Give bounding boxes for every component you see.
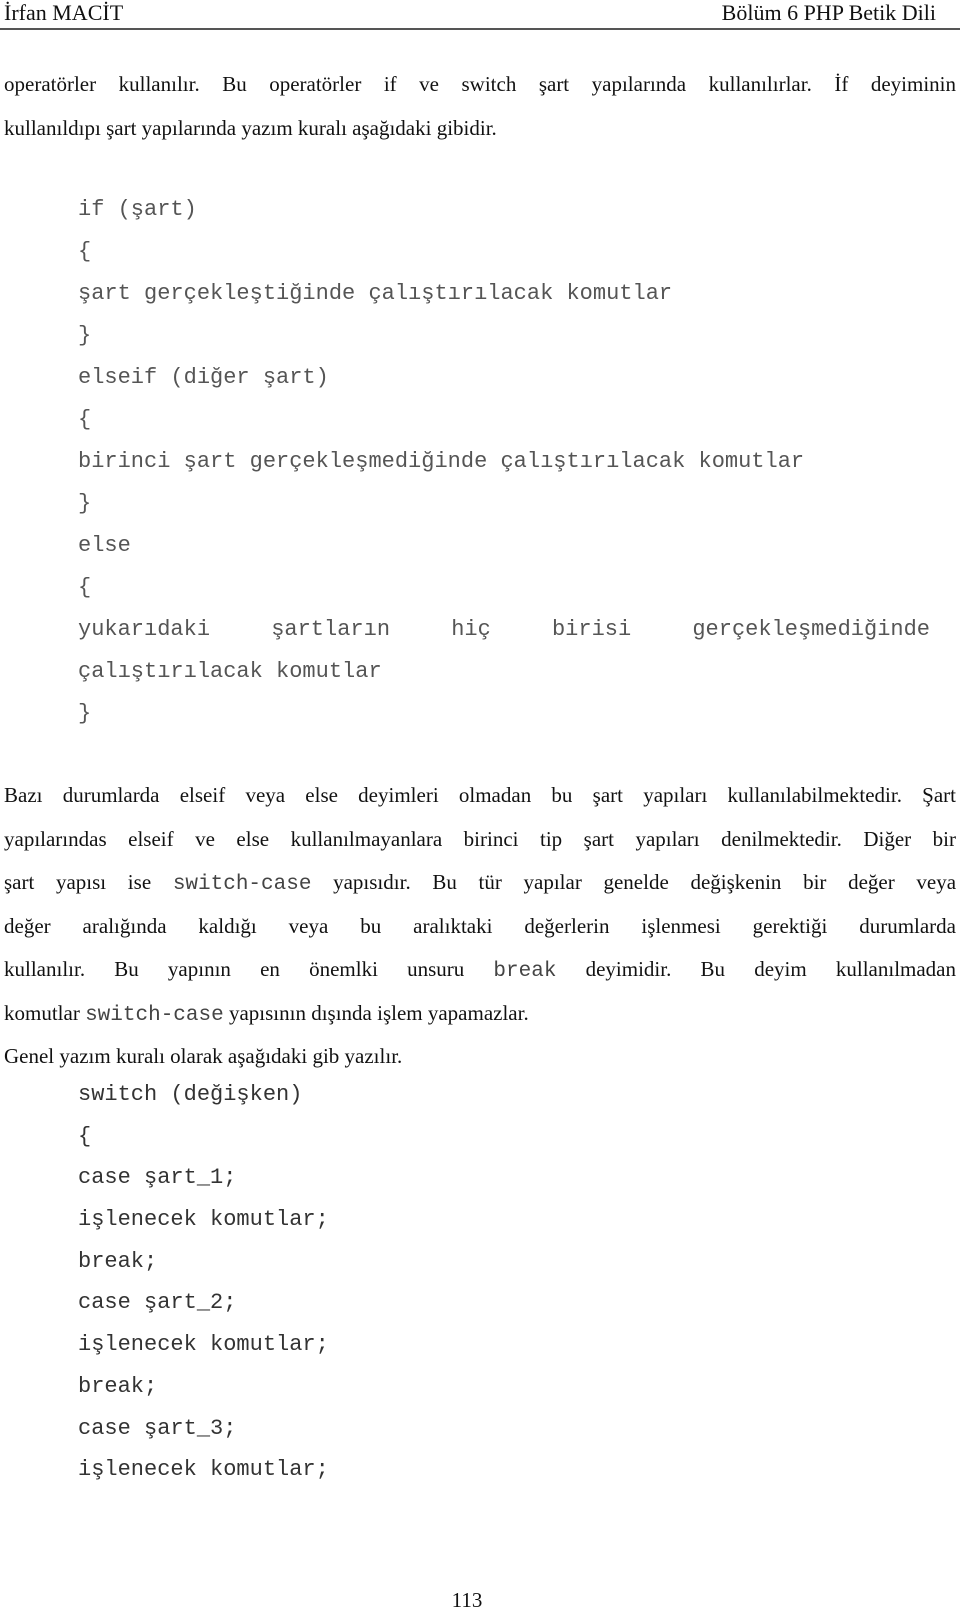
inline-code-switch-case: switch-case — [85, 1003, 224, 1027]
code-line: { — [78, 575, 92, 600]
text-line: komutlar switch-case yapısının dışında i… — [4, 992, 956, 1036]
code-line: { — [78, 1123, 92, 1149]
code-line: yukarıdaki şartların hiç birisi gerçekle… — [78, 617, 930, 642]
code-line: birinci şart gerçekleşmediğinde çalıştır… — [78, 449, 805, 474]
code-line: } — [78, 323, 92, 348]
text-line: Genel yazım kuralı olarak aşağıdaki gib … — [4, 1044, 403, 1068]
code-line: işlenecek komutlar; — [78, 1457, 329, 1483]
code-line: { — [78, 407, 92, 432]
code-line: break; — [78, 1373, 158, 1399]
text-line: kullanılır. Bu yapının en önemlki unsuru… — [4, 948, 956, 992]
header-chapter-title: Bölüm 6 PHP Betik Dili — [721, 0, 936, 25]
code-line: işlenecek komutlar; — [78, 1207, 329, 1233]
text-segment: deyimidir. Bu deyim kullanılmadan — [585, 957, 956, 981]
switch-syntax-code-block: switch (değişken) { case şart_1; işlenec… — [78, 1074, 678, 1491]
code-line: } — [78, 491, 92, 516]
text-line: yapılarındas elseif ve else kullanılmaya… — [4, 826, 956, 851]
text-segment: şart yapısı ise — [4, 870, 152, 894]
code-line: break; — [78, 1248, 158, 1274]
code-line: case şart_2; — [78, 1290, 237, 1316]
if-syntax-code-block: if (şart) { şart gerçekleştiğinde çalışt… — [78, 189, 948, 735]
code-line: { — [78, 239, 92, 264]
code-line: switch (değişken) — [78, 1082, 303, 1107]
code-line: elseif (diğer şart) — [78, 365, 329, 390]
text-segment: kullanılır. Bu yapının en önemlki unsuru — [4, 957, 465, 981]
text-line: şart yapısı ise switch-case yapısıdır. B… — [4, 861, 956, 905]
code-line: case şart_3; — [78, 1415, 237, 1441]
text-segment: komutlar — [4, 1000, 80, 1025]
page-number: 113 — [451, 1588, 483, 1612]
page-header: İrfan MACİT Bölüm 6 PHP Betik Dili — [0, 0, 960, 30]
text-line: kullanıldıpı şart yapılarında yazım kura… — [4, 115, 497, 140]
inline-code-break: break — [493, 960, 557, 983]
text-line: değer aralığında kaldığı veya bu aralıkt… — [4, 913, 956, 938]
code-line: şart gerçekleştiğinde çalıştırılacak kom… — [78, 281, 673, 306]
code-line: çalıştırılacak komutlar — [78, 659, 382, 684]
text-line: operatörler kullanılır. Bu operatörler i… — [4, 72, 956, 96]
inline-code-switch-case: switch-case — [172, 873, 312, 896]
code-line: işlenecek komutlar; — [78, 1332, 329, 1358]
code-line: if (şart) — [78, 197, 197, 222]
code-line: case şart_1; — [78, 1165, 237, 1191]
text-segment: yapısının dışında işlem yapamazlar. — [228, 1000, 529, 1025]
intro-paragraph: operatörler kullanılır. Bu operatörler i… — [4, 63, 956, 150]
code-line: else — [78, 533, 131, 558]
body-paragraph: Bazı durumlarda elseif veya else deyimle… — [4, 774, 956, 1079]
text-line: Bazı durumlarda elseif veya else deyimle… — [4, 783, 956, 807]
header-author: İrfan MACİT — [4, 0, 124, 25]
code-line: } — [78, 701, 92, 726]
text-segment: yapısıdır. Bu tür yapılar genelde değişk… — [333, 870, 957, 894]
